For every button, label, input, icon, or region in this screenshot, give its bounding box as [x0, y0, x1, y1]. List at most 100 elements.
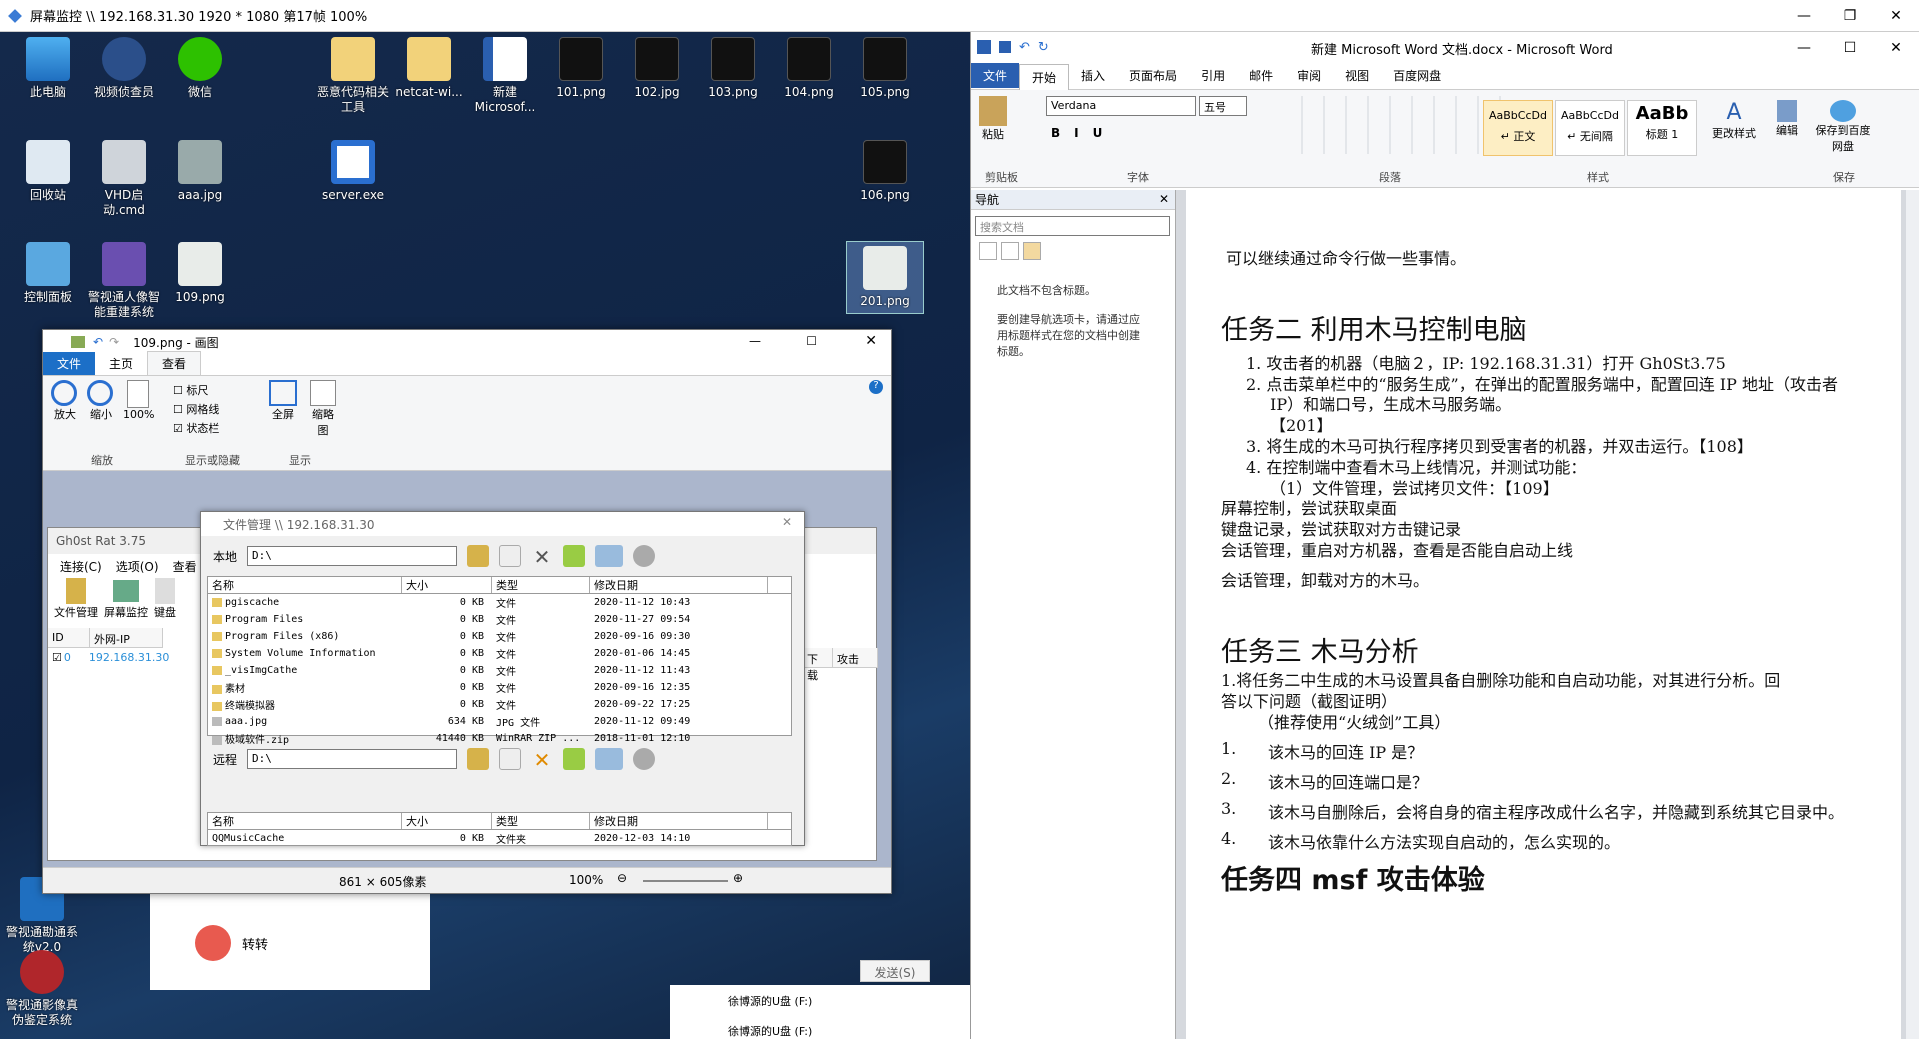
- keyboard-button[interactable]: 键盘: [154, 578, 176, 628]
- thumbnail-button[interactable]: 缩略图: [308, 380, 338, 438]
- maximize-button[interactable]: ☐: [1827, 32, 1873, 64]
- table-row[interactable]: _visImgCathe 0 KB 文件 2020-11-12 11:43: [208, 662, 791, 679]
- editing-button[interactable]: 编辑: [1769, 100, 1805, 138]
- desktop-icon-106[interactable]: 106.png: [847, 140, 923, 203]
- desktop-icon-recycle-bin[interactable]: 回收站: [10, 140, 86, 203]
- contact-name[interactable]: 转转: [242, 934, 268, 953]
- headings-tab-icon[interactable]: [979, 242, 997, 260]
- table-row[interactable]: 终端模拟器 0 KB 文件 2020-09-22 17:25: [208, 696, 791, 713]
- font-select[interactable]: Verdana: [1046, 96, 1196, 116]
- zoom-out-button[interactable]: 缩小: [87, 380, 115, 422]
- zoom-100-button[interactable]: 100%: [123, 380, 154, 421]
- redo-icon[interactable]: ↷: [109, 335, 119, 349]
- tab-mailings[interactable]: 邮件: [1237, 63, 1285, 88]
- menu-view[interactable]: 查看: [173, 558, 197, 575]
- close-icon[interactable]: ✕: [1159, 192, 1169, 206]
- desktop-icon-102[interactable]: 102.jpg: [619, 37, 695, 100]
- drive-item[interactable]: 徐博源的U盘 (F:): [728, 1023, 812, 1039]
- statusbar-checkbox[interactable]: ☑ 状态栏: [173, 420, 219, 436]
- new-folder-icon[interactable]: [563, 545, 586, 567]
- desktop-icon-word-doc[interactable]: 新建 Microsof...: [467, 37, 543, 115]
- tab-view[interactable]: 查看: [147, 351, 202, 375]
- paragraph-buttons[interactable]: [1281, 96, 1511, 154]
- undo-icon[interactable]: ↶: [1019, 40, 1030, 55]
- minimize-button[interactable]: —: [749, 334, 761, 348]
- local-path-select[interactable]: D:\: [247, 546, 458, 566]
- change-styles-button[interactable]: A 更改样式: [1709, 100, 1759, 141]
- desktop-icon-103[interactable]: 103.png: [695, 37, 771, 100]
- paste-button[interactable]: 粘贴: [979, 96, 1007, 142]
- tab-review[interactable]: 审阅: [1285, 63, 1333, 88]
- table-row[interactable]: System Volume Information 0 KB 文件 2020-01-0…: [208, 645, 791, 662]
- desktop-icon-105[interactable]: 105.png: [847, 37, 923, 100]
- save-icon[interactable]: [71, 336, 85, 348]
- desktop-icon-control-panel[interactable]: 控制面板: [10, 242, 86, 305]
- desktop-icon-201[interactable]: 201.png: [846, 241, 924, 314]
- table-row[interactable]: pgiscache 0 KB 文件 2020-11-12 10:43: [208, 594, 791, 611]
- menu-options[interactable]: 选项(O): [116, 558, 159, 575]
- desktop-icon-this-pc[interactable]: 此电脑: [10, 37, 86, 100]
- tab-page-layout[interactable]: 页面布局: [1117, 63, 1189, 88]
- vertical-scrollbar[interactable]: [1906, 190, 1919, 1039]
- delete-icon[interactable]: ✕: [531, 545, 553, 569]
- undo-icon[interactable]: ↶: [93, 335, 103, 349]
- save-to-baidu-button[interactable]: 保存到百度网盘: [1811, 100, 1875, 154]
- desktop-icon-face-rebuild[interactable]: 警视通人像智能重建系统: [86, 242, 162, 320]
- desktop-icon-101[interactable]: 101.png: [543, 37, 619, 100]
- pages-tab-icon[interactable]: [1001, 242, 1019, 260]
- remote-path-select[interactable]: D:\: [247, 749, 458, 769]
- tab-home[interactable]: 主页: [95, 352, 147, 375]
- view-icon[interactable]: [595, 748, 624, 770]
- style-no-spacing[interactable]: AaBbCcDd ↵ 无间隔: [1555, 100, 1625, 156]
- zoom-slider[interactable]: [643, 880, 728, 882]
- results-tab-icon[interactable]: [1023, 242, 1041, 260]
- close-button[interactable]: ✕: [865, 333, 877, 349]
- save-icon[interactable]: [999, 41, 1011, 53]
- grid-checkbox[interactable]: ☐ 网格线: [173, 401, 219, 417]
- document-page[interactable]: 可以继续通过命令行做一些事情。 任务二 利用木马控制电脑 1. 攻击者的机器（电…: [1186, 190, 1901, 1039]
- tab-view[interactable]: 视图: [1333, 63, 1381, 88]
- minimize-button[interactable]: —: [1781, 0, 1827, 32]
- font-size-select[interactable]: 五号: [1199, 96, 1247, 116]
- close-button[interactable]: ✕: [782, 515, 792, 529]
- desktop-icon-vhd-cmd[interactable]: VHD启动.cmd: [86, 140, 162, 218]
- desktop-icon-server-exe[interactable]: server.exe: [315, 140, 391, 203]
- copy-icon[interactable]: [499, 748, 522, 770]
- tab-file[interactable]: 文件: [971, 63, 1020, 88]
- stop-icon[interactable]: [633, 545, 656, 567]
- tab-home[interactable]: 开始: [1019, 63, 1070, 90]
- file-manager-button[interactable]: 文件管理: [54, 578, 98, 628]
- minimize-button[interactable]: —: [1781, 32, 1827, 64]
- drive-item[interactable]: 徐博源的U盘 (F:): [728, 993, 812, 1009]
- new-folder-icon[interactable]: [563, 748, 586, 770]
- close-button[interactable]: ✕: [1873, 0, 1919, 32]
- style-heading-1[interactable]: AaBb 标题 1: [1627, 100, 1697, 156]
- menu-connect[interactable]: 连接(C): [60, 558, 102, 575]
- nav-search-input[interactable]: 搜索文档: [975, 216, 1170, 236]
- desktop-icon-104[interactable]: 104.png: [771, 37, 847, 100]
- zoom-out-icon[interactable]: ⊖: [617, 871, 627, 885]
- desktop-folder-malware-tools[interactable]: 恶意代码相关工具: [315, 37, 391, 115]
- desktop-icon-aaa-jpg[interactable]: aaa.jpg: [162, 140, 238, 203]
- close-button[interactable]: ✕: [1873, 32, 1919, 64]
- table-row[interactable]: 素材 0 KB 文件 2020-09-16 12:35: [208, 679, 791, 696]
- desktop-icon-video-investigator[interactable]: 视频侦查员: [86, 37, 162, 100]
- ruler-checkbox[interactable]: ☐ 标尺: [173, 382, 208, 398]
- desktop-icon-image-authenticity[interactable]: 警视通影像真伪鉴定系统: [4, 950, 80, 1028]
- screen-monitor-button[interactable]: 屏幕监控: [104, 578, 148, 628]
- table-row[interactable]: QQMusicCache 0 KB 文件夹 2020-12-03 14:10: [208, 830, 791, 845]
- zoom-in-icon[interactable]: ⊕: [733, 871, 743, 885]
- view-icon[interactable]: [595, 545, 624, 567]
- desktop-folder-netcat[interactable]: netcat-wi...: [391, 37, 467, 100]
- help-icon[interactable]: ?: [869, 380, 883, 394]
- table-row[interactable]: aaa.jpg 634 KB JPG 文件 2020-11-12 09:49: [208, 713, 791, 730]
- maximize-button[interactable]: ❐: [1827, 0, 1873, 32]
- desktop-icon-109[interactable]: 109.png: [162, 242, 238, 305]
- style-normal[interactable]: AaBbCcDd ↵ 正文: [1483, 100, 1553, 156]
- tab-insert[interactable]: 插入: [1069, 63, 1117, 88]
- table-row[interactable]: Program Files (x86) 0 KB 文件 2020-09-16 09:3…: [208, 628, 791, 645]
- tab-file[interactable]: 文件: [43, 352, 96, 375]
- tab-baidu-netdisk[interactable]: 百度网盘: [1381, 63, 1453, 88]
- folder-up-icon[interactable]: [467, 545, 490, 567]
- desktop-icon-wechat[interactable]: 微信: [162, 37, 238, 100]
